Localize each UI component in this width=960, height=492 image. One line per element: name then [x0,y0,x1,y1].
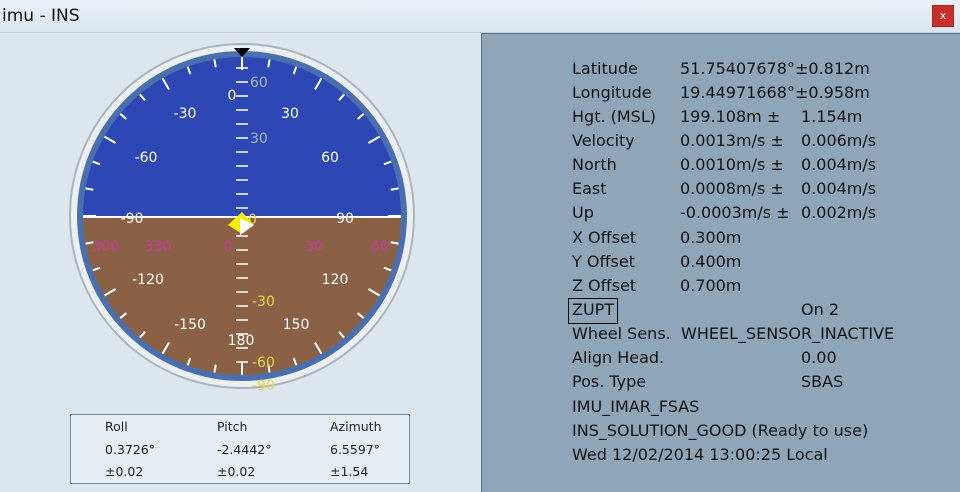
position-type-value: SBAS [801,372,844,391]
latitude-label: Latitude [572,59,638,78]
wheel-sensor-value: WHEEL_SENSOR_INACTIVE [681,324,895,343]
roll-error: ±0.02 [105,464,144,479]
height-label: Hgt. (MSL) [572,107,656,126]
longitude-value: 19.44971668° [680,83,795,102]
azimuth-header: Azimuth [330,419,382,434]
latitude-value: 51.75407678° [680,59,795,78]
longitude-error: ±0.958m [795,83,870,102]
up-value: -0.0003m/s ± [680,203,790,222]
y-offset-value: 0.400m [680,252,742,271]
imu-type: IMU_IMAR_FSAS [572,397,700,416]
heading-label: 0 [224,239,233,255]
north-value: 0.0010m/s ± [680,155,784,174]
velocity-value: 0.0013m/s ± [680,131,784,150]
heading-label: 300 [93,239,120,255]
y-offset-label: Y Offset [572,252,635,271]
height-value: 199.108m ± [680,107,781,126]
azimuth-value: 6.5597° [330,442,380,457]
attitude-indicator: -30 30 -60 60 -90 90 -120 120 -150 150 1… [69,43,415,390]
align-heading-value: 0.00 [801,348,837,367]
roll-label: -90 [121,211,144,227]
window-title: imu - INS [2,6,80,26]
pitch-label: -60 [252,355,275,371]
heading-label: 330 [145,239,172,255]
close-button[interactable]: x [932,5,954,27]
pitch-label: 60 [250,75,268,91]
pitch-value: -2.4442° [217,442,272,457]
title-bar: imu - INS x [0,0,960,33]
x-offset-label: X Offset [572,228,637,247]
height-error: 1.154m [801,107,863,126]
pitch-label: -90 [252,378,275,390]
align-heading-label: Align Head. [572,348,665,367]
longitude-label: Longitude [572,83,652,102]
pitch-error: ±0.02 [217,464,256,479]
up-label: Up [572,203,594,222]
roll-value: 0.3726° [105,442,155,457]
roll-tick [390,241,399,245]
z-offset-value: 0.700m [680,276,742,295]
latitude-error: ±0.812m [795,59,870,78]
z-offset-label: Z Offset [572,276,637,295]
roll-label: -120 [132,272,164,288]
roll-tick [85,187,94,191]
roll-tick [390,187,399,191]
roll-label: -150 [174,317,206,333]
zupt-label: ZUPT [572,300,615,319]
date-time: Wed 12/02/2014 13:00:25 Local [572,445,828,464]
pitch-label: -30 [252,294,275,310]
position-type-label: Pos. Type [572,372,647,391]
roll-label: -60 [135,150,158,166]
roll-label: -30 [174,106,197,122]
x-offset-value: 0.300m [680,228,742,247]
roll-tick [267,59,271,68]
east-label: East [572,179,607,198]
east-error: 0.004m/s [801,179,877,198]
roll-tick [213,59,217,68]
roll-label: 150 [283,317,310,333]
velocity-error: 0.006m/s [801,131,877,150]
north-error: 0.004m/s [801,155,877,174]
roll-header: Roll [105,419,128,434]
roll-label: 90 [336,211,354,227]
roll-label: 0 [228,88,237,104]
up-error: 0.002m/s [801,203,877,222]
wheel-sensor-label: Wheel Sens. [572,324,671,343]
roll-label: 30 [281,106,299,122]
pitch-header: Pitch [217,419,248,434]
ins-status: INS_SOLUTION_GOOD (Ready to use) [572,421,869,440]
roll-label: 180 [228,333,255,349]
zupt-value: On 2 [801,300,839,319]
north-label: North [572,155,617,174]
roll-tick [213,364,217,373]
east-value: 0.0008m/s ± [680,179,784,198]
attitude-table: Roll Pitch Azimuth 0.3726° -2.4442° 6.55… [70,414,410,484]
roll-label: 60 [321,150,339,166]
roll-label: 120 [322,272,349,288]
pitch-label: 30 [250,131,268,147]
velocity-label: Velocity [572,131,635,150]
heading-label: 60 [371,239,389,255]
azimuth-error: ±1.54 [330,464,369,479]
heading-label: 30 [305,239,323,255]
